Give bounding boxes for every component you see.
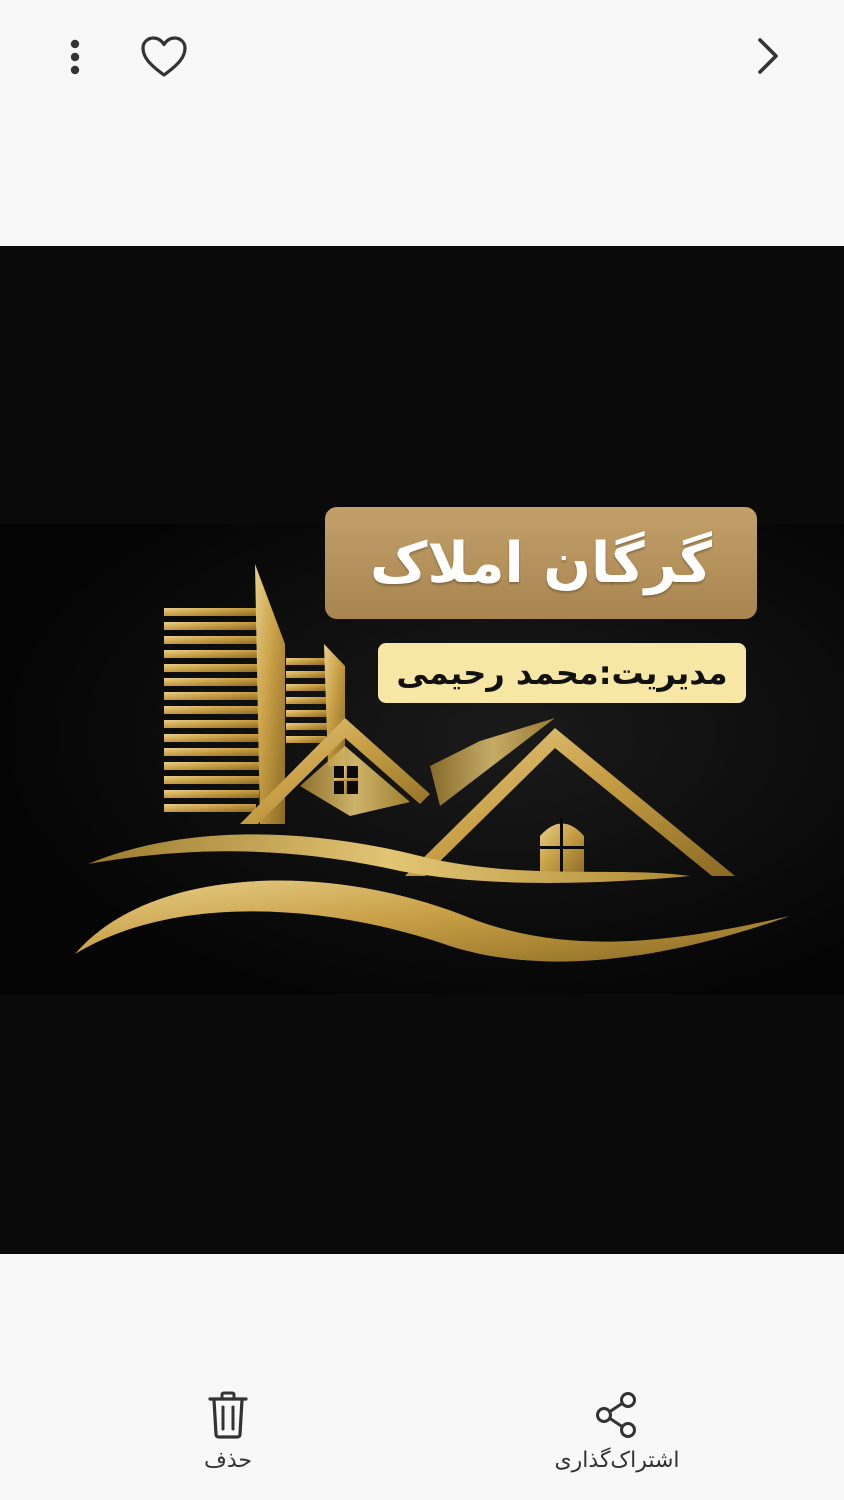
heart-outline-icon: [141, 36, 187, 77]
real-estate-logo: [0, 524, 844, 994]
favorite-button[interactable]: [136, 30, 192, 86]
share-icon: [596, 1392, 636, 1438]
logo-subtitle: مدیریت:محمد رحیمی: [396, 654, 728, 692]
delete-label: حذف: [204, 1448, 252, 1473]
more-options-button[interactable]: [50, 32, 100, 82]
more-vertical-icon: [70, 39, 80, 75]
delete-button[interactable]: حذف: [178, 1390, 278, 1473]
logo-title: گرگان املاک: [369, 530, 712, 596]
logo-title-box: گرگان املاک: [325, 507, 757, 619]
logo-subtitle-box: مدیریت:محمد رحیمی: [378, 643, 746, 703]
top-toolbar: [0, 0, 844, 110]
back-button[interactable]: [740, 30, 792, 82]
share-button[interactable]: اشتراک‌گذاری: [540, 1390, 694, 1473]
photo-viewer-image[interactable]: گرگان املاک مدیریت:محمد رحیمی: [0, 246, 844, 1254]
share-label: اشتراک‌گذاری: [554, 1448, 680, 1473]
chevron-right-icon: [758, 38, 778, 74]
trash-icon: [208, 1391, 248, 1439]
